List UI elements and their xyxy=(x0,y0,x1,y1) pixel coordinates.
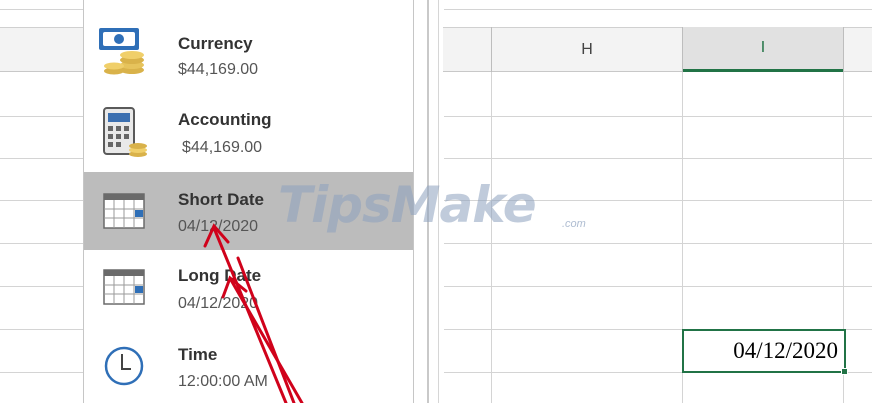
format-option-sample: 04/12/2020 xyxy=(178,295,259,312)
format-option-currency[interactable]: Currency $44,169.00 xyxy=(84,12,413,90)
format-option-sample: 04/12/2020 xyxy=(178,218,259,235)
column-header-i[interactable]: I xyxy=(683,27,843,72)
format-option-sample: 12:00:00 AM xyxy=(178,373,268,390)
format-option-name: Accounting xyxy=(178,110,272,129)
frozen-pane-divider[interactable] xyxy=(413,0,443,403)
accounting-icon xyxy=(96,104,152,160)
calendar-icon xyxy=(96,260,152,316)
format-option-sample: $44,169.00 xyxy=(182,139,263,156)
format-option-sample: $44,169.00 xyxy=(178,61,259,78)
format-option-name: Currency xyxy=(178,34,253,53)
currency-icon xyxy=(96,22,152,78)
number-format-dropdown: Currency $44,169.00 Accounting $44,169.0… xyxy=(83,0,414,403)
clock-icon xyxy=(96,338,152,394)
format-option-time[interactable]: Time 12:00:00 AM xyxy=(84,328,413,403)
format-option-short-date[interactable]: Short Date 04/12/2020 xyxy=(84,172,413,250)
format-option-name: Time xyxy=(178,345,218,364)
active-cell-i[interactable]: 04/12/2020 xyxy=(682,329,846,373)
fill-handle[interactable] xyxy=(841,368,848,375)
format-option-accounting[interactable]: Accounting $44,169.00 xyxy=(84,90,413,168)
calendar-icon xyxy=(96,184,152,240)
format-option-long-date[interactable]: Long Date 04/12/2020 xyxy=(84,250,413,328)
format-option-name: Long Date xyxy=(178,266,262,285)
format-option-name: Short Date xyxy=(178,190,264,209)
column-header-h[interactable]: H xyxy=(492,27,682,72)
